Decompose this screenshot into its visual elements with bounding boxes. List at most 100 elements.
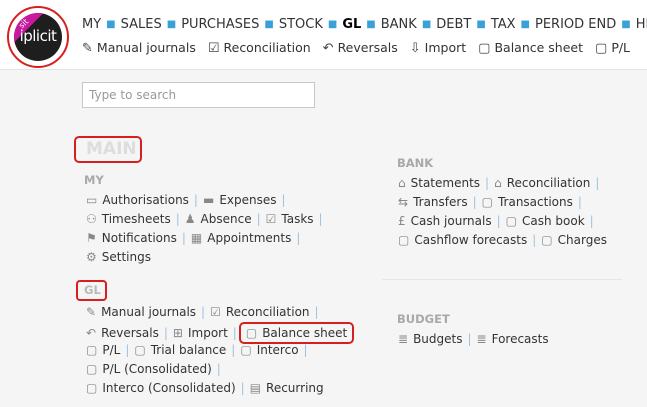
link-label: Notifications (101, 231, 177, 245)
currency-icon: £ (398, 214, 406, 228)
link-divider: | (589, 214, 594, 228)
link-notifications[interactable]: ⚑ Notifications (86, 231, 177, 245)
import-icon: ⊞ (172, 326, 183, 340)
checkbox-icon: ☑ (210, 305, 221, 319)
subnav-manual-journals[interactable]: ✎ Manual journals (82, 40, 196, 56)
nav-separator: ■ (476, 19, 486, 30)
link-forecasts[interactable]: ≣ Forecasts (477, 332, 549, 346)
link-authorisations[interactable]: ▭ Authorisations (86, 193, 189, 207)
nav-gl[interactable]: GL (342, 17, 361, 32)
link-pl[interactable]: ▢ P/L (86, 343, 120, 357)
link-reversals[interactable]: ↶ Reversals (86, 326, 159, 340)
search-input[interactable] (82, 82, 315, 108)
link-import[interactable]: ⊞ Import (173, 326, 228, 340)
link-divider: | (281, 193, 286, 207)
link-transfers[interactable]: ⇆ Transfers (398, 195, 468, 209)
link-bank-reconciliation[interactable]: ⌂ Reconciliation (494, 176, 590, 190)
subnav-pl[interactable]: ▢ P/L (595, 40, 630, 56)
link-interco[interactable]: ▢ Interco (240, 343, 298, 357)
link-label: Cashflow forecasts (414, 233, 528, 247)
link-tasks[interactable]: ☑ Tasks (266, 212, 314, 226)
subnav-balance-sheet[interactable]: ▢ Balance sheet (478, 40, 583, 56)
link-pl-consolidated[interactable]: ▢ P/L (Consolidated) (86, 362, 212, 376)
subnav-label: Import (424, 40, 467, 55)
nav-my[interactable]: MY (82, 17, 101, 32)
bank-row-2: ⇆ Transfers | ▢ Transactions | (398, 195, 587, 209)
bank-row-3: £ Cash journals | ▢ Cash book | (398, 214, 599, 228)
link-divider: | (240, 381, 245, 395)
link-label: Balance sheet (262, 326, 348, 340)
link-label: Statements (410, 176, 481, 190)
link-label: Budgets (413, 332, 463, 346)
link-statements[interactable]: ⌂ Statements (398, 176, 480, 190)
subnav-reversals[interactable]: ↶ Reversals (323, 40, 398, 56)
link-label: Reconciliation (506, 176, 591, 190)
link-cash-journals[interactable]: £ Cash journals (398, 214, 492, 228)
link-absence[interactable]: ♟ Absence (185, 212, 252, 226)
gl-heading: GL (76, 280, 107, 301)
link-interco-consolidated[interactable]: ▢ Interco (Consolidated) (86, 381, 236, 395)
link-expenses[interactable]: ▬ Expenses (203, 193, 277, 207)
nav-period-end[interactable]: PERIOD END (535, 17, 616, 32)
bank-row-1: ⌂ Statements | ⌂ Reconciliation | (398, 176, 604, 190)
recurring-icon: ▤ (249, 381, 262, 395)
link-label: Expenses (219, 193, 277, 207)
link-label: Recurring (266, 381, 324, 395)
subnav-label: Manual journals (96, 40, 196, 55)
gear-icon: ⚙ (86, 250, 97, 264)
nav-stock[interactable]: STOCK (279, 17, 323, 32)
reverse-arrow-icon: ↶ (86, 326, 97, 340)
gl-row-5: ▢ Interco (Consolidated) | ▤ Recurring (86, 381, 324, 395)
nav-separator: ■ (264, 19, 274, 30)
journal-icon: ✎ (82, 41, 93, 56)
link-recurring[interactable]: ▤ Recurring (250, 381, 324, 395)
link-budgets[interactable]: ≣ Budgets (398, 332, 462, 346)
nav-hr[interactable]: HR (636, 17, 647, 32)
link-timesheets[interactable]: ⚇ Timesheets (86, 212, 171, 226)
nav-debt[interactable]: DEBT (436, 17, 471, 32)
calendar-icon: ▦ (190, 231, 203, 245)
budget-row-1: ≣ Budgets | ≣ Forecasts (398, 332, 549, 346)
link-label: Reversals (101, 326, 159, 340)
transfer-icon: ⇆ (398, 195, 409, 209)
link-cash-book[interactable]: ▢ Cash book (506, 214, 585, 228)
nav-purchases[interactable]: PURCHASES (181, 17, 259, 32)
link-divider: | (303, 343, 308, 357)
card-icon: ▬ (202, 193, 215, 207)
book-icon: ▢ (505, 214, 517, 228)
nav-bank[interactable]: BANK (381, 17, 417, 32)
gl-row-3: ▢ P/L | ▢ Trial balance | ▢ Interco | (86, 343, 313, 357)
link-label: Appointments (207, 231, 292, 245)
link-divider: | (232, 326, 237, 340)
link-label: Interco (Consolidated) (102, 381, 236, 395)
book-icon: ▢ (86, 343, 98, 357)
subnav-import[interactable]: ⇩ Import (410, 40, 466, 56)
link-divider: | (256, 212, 261, 226)
link-divider: | (532, 233, 537, 247)
link-cashflow-forecasts[interactable]: ▢ Cashflow forecasts (398, 233, 527, 247)
section-divider (382, 279, 622, 280)
nav-tax[interactable]: TAX (491, 17, 516, 32)
link-divider: | (181, 231, 186, 245)
book-icon: ▢ (240, 343, 252, 357)
link-divider: | (201, 305, 206, 319)
link-manual-journals[interactable]: ✎ Manual journals (86, 305, 196, 319)
subnav-reconciliation[interactable]: ☑ Reconciliation (208, 40, 311, 56)
bank-icon: ⌂ (494, 176, 502, 190)
nav-separator: ■ (166, 19, 177, 30)
link-balance-sheet[interactable]: ▢ Balance sheet (238, 322, 355, 344)
nav-sales[interactable]: SALES (121, 17, 162, 32)
link-charges[interactable]: ▢ Charges (541, 233, 607, 247)
app-logo[interactable]: sit iplicit (14, 13, 62, 61)
link-divider: | (314, 305, 319, 319)
link-appointments[interactable]: ▦ Appointments (191, 231, 291, 245)
bank-row-4: ▢ Cashflow forecasts | ▢ Charges (398, 233, 607, 247)
main-section-title: MAIN (74, 136, 142, 163)
link-reconciliation[interactable]: ☑ Reconciliation (210, 305, 309, 319)
link-transactions[interactable]: ▢ Transactions (482, 195, 573, 209)
sub-nav: ✎ Manual journals ☑ Reconciliation ↶ Reversal… (82, 40, 642, 56)
link-settings[interactable]: ⚙ Settings (86, 250, 151, 264)
book-icon: ▢ (541, 233, 553, 247)
link-trial-balance[interactable]: ▢ Trial balance (134, 343, 226, 357)
link-divider: | (485, 176, 490, 190)
